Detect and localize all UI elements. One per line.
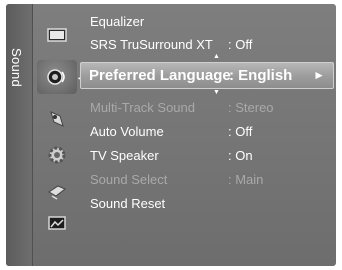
setup-icon[interactable] xyxy=(46,144,68,166)
category-icon-column: ◄ xyxy=(32,4,85,266)
menu-item-label: TV Speaker xyxy=(90,148,159,163)
menu-item-label: Preferred Language xyxy=(89,67,231,84)
right-arrow-icon: ► xyxy=(313,68,325,82)
scroll-up-icon: ▲ xyxy=(213,53,220,60)
menu-item-srs-trusurround-xt[interactable]: SRS TruSurround XT : Off xyxy=(82,34,336,55)
menu-item-label: Sound Reset xyxy=(90,196,166,211)
menu-item-label: Sound Select xyxy=(90,172,168,187)
menu-item-equalizer[interactable]: Equalizer xyxy=(82,11,336,32)
input-icon[interactable] xyxy=(46,180,68,202)
menu-item-value: : On xyxy=(228,148,253,163)
menu-item-value: : Off xyxy=(228,124,253,139)
menu-item-sound-select: Sound Select : Main xyxy=(82,169,336,190)
menu-item-value: : Off xyxy=(228,37,253,52)
menu-item-preferred-language[interactable]: Preferred Language : English ► xyxy=(80,62,334,89)
category-tab: Sound xyxy=(6,4,33,266)
menu-item-label: Auto Volume xyxy=(90,124,164,139)
menu-item-sound-reset[interactable]: Sound Reset xyxy=(82,193,336,214)
menu-item-value: : Stereo xyxy=(228,100,274,115)
sound-menu-list: Equalizer SRS TruSurround XT : Off ▲ Pre… xyxy=(80,4,336,266)
sound-menu-panel: Sound ◄ Equ xyxy=(6,4,336,266)
application-icon[interactable] xyxy=(46,212,68,234)
channel-icon[interactable] xyxy=(46,108,68,130)
menu-item-label: SRS TruSurround XT xyxy=(90,37,213,52)
sound-icon[interactable] xyxy=(46,66,68,88)
menu-item-tv-speaker[interactable]: TV Speaker : On xyxy=(82,145,336,166)
osd-screen: Sound ◄ Equ xyxy=(0,0,342,270)
picture-icon[interactable] xyxy=(46,24,68,46)
category-label: Sound xyxy=(9,48,24,88)
menu-item-auto-volume[interactable]: Auto Volume : Off xyxy=(82,121,336,142)
menu-item-label: Multi-Track Sound xyxy=(90,100,195,115)
menu-item-value: : Main xyxy=(228,172,264,187)
scroll-down-icon: ▼ xyxy=(213,89,220,96)
menu-item-multi-track-sound: Multi-Track Sound : Stereo xyxy=(82,97,336,118)
menu-item-label: Equalizer xyxy=(90,14,145,29)
menu-item-value: : English xyxy=(229,67,293,84)
